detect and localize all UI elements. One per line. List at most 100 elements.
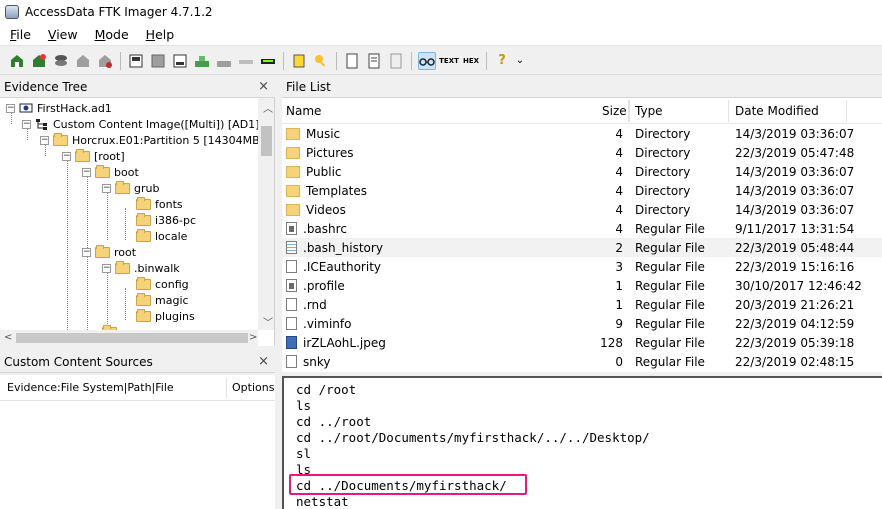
toolbar-separator [411,51,412,70]
export-logical-image-icon[interactable] [171,52,189,70]
toolbar-separator [120,51,121,70]
close-icon[interactable]: × [258,354,269,369]
collapse-toggle[interactable]: − [40,135,49,145]
remove-evidence-icon[interactable] [74,52,92,70]
table-row[interactable]: Pictures 4 Directory 22/3/2019 05:47:48 [282,143,882,162]
column-size[interactable]: Size [602,98,627,124]
collapse-toggle[interactable]: − [102,263,111,273]
create-image-icon[interactable] [127,52,145,70]
tree-item-firsthack[interactable]: − FirstHack.ad1 [6,100,112,116]
table-row[interactable]: Templates 4 Directory 14/3/2019 03:36:07 [282,181,882,200]
table-row[interactable]: Videos 4 Directory 14/3/2019 03:36:07 [282,200,882,219]
tree-connector [107,272,108,332]
tree-item-grub[interactable]: − grub [102,180,159,196]
menu-help[interactable]: Help [136,27,182,42]
tree-item-label: FirstHack.ad1 [37,101,112,115]
column-options[interactable]: Options [232,381,274,394]
collapse-toggle[interactable]: − [62,151,71,161]
toolbar-dropdown-icon[interactable]: ⌄ [515,52,525,70]
dir-listing-icon[interactable] [387,52,405,70]
tree-item-root[interactable]: − root [82,244,136,260]
table-row[interactable]: irZLAohL.jpeg 128 Regular File 22/3/2019 05… [282,333,882,352]
file-list-column-header: Name Size Type Date Modified [282,98,882,124]
image-mounting-icon[interactable] [52,52,70,70]
tree-item-partition[interactable]: − Horcrux.E01:Partition 5 [14304MB]:NO [40,132,274,148]
cell-date-modified: 14/3/2019 03:36:07 [735,183,855,198]
create-custom-content-image-icon[interactable] [215,52,233,70]
cell-type: Regular File [635,259,705,274]
decrypt-icon[interactable] [237,52,255,70]
tree-item-i386-pc[interactable]: i386-pc [136,212,196,228]
table-row[interactable]: snky 0 Regular File 22/3/2019 02:48:15 [282,352,882,371]
viewer-line: cd ../root/Documents/myfirsthack/../../D… [296,430,650,445]
column-date-modified[interactable]: Date Modified [735,98,819,124]
tree-item-plugins[interactable]: plugins [136,308,195,324]
menu-file[interactable]: File [0,27,38,42]
file-icon [286,222,297,235]
cell-size: 4 [615,126,623,141]
menu-view[interactable]: View [38,27,85,42]
collapse-toggle[interactable]: − [22,119,31,129]
scrollbar-thumb[interactable] [261,126,272,156]
export-disk-image-icon[interactable] [149,52,167,70]
collapse-toggle[interactable]: − [6,103,15,113]
file-name: irZLAohL.jpeg [303,335,386,350]
evidence-tree-vscrollbar[interactable]: ︿ ﹀ [258,98,274,330]
table-row[interactable]: .ICEauthority 3 Regular File 22/3/2019 15:1… [282,257,882,276]
add-to-custom-content-icon[interactable] [193,52,211,70]
tree-item-boot[interactable]: − boot [82,164,139,180]
table-row[interactable]: .bash_history 2 Regular File 22/3/2019 05:4… [282,238,882,257]
tree-item-fonts[interactable]: fonts [136,196,183,212]
tree-item-binwalk[interactable]: − .binwalk [102,260,180,276]
column-name[interactable]: Name [286,98,321,124]
remove-all-evidence-icon[interactable] [96,52,114,70]
menu-mode[interactable]: Mode [85,27,136,42]
tree-item-root-bracket[interactable]: − [root] [62,148,125,164]
table-row[interactable]: .rnd 1 Regular File 20/3/2019 21:26:21 [282,295,882,314]
obtain-protected-files-icon[interactable] [312,52,330,70]
table-row[interactable]: .profile 1 Regular File 30/10/2017 12:46:42 [282,276,882,295]
column-separator[interactable] [629,100,630,122]
table-row[interactable]: Public 4 Directory 14/3/2019 03:36:07 [282,162,882,181]
file-name: .viminfo [303,316,352,331]
tree-item-magic[interactable]: magic [136,292,189,308]
tree-item-custom-content-image[interactable]: − Custom Content Image([Multi]) [AD1] [22,116,259,132]
column-type[interactable]: Type [635,98,663,124]
new-document-icon[interactable] [343,52,361,70]
tree-item-locale[interactable]: locale [136,228,187,244]
table-row[interactable]: .bashrc 4 Regular File 9/11/2017 13:31:54 [282,219,882,238]
column-evidence[interactable]: Evidence:File System|Path|File [7,381,174,394]
scroll-up-icon[interactable]: ︿ [263,100,273,115]
cell-name: Public [286,162,342,181]
text-view-button[interactable]: TEXT [439,52,459,70]
scroll-left-icon[interactable]: < [4,332,12,343]
folder-icon [136,308,151,322]
collapse-toggle[interactable]: − [82,247,91,257]
file-content-viewer[interactable]: cd /root ls cd ../root cd ../root/Docume… [282,376,882,509]
table-row[interactable]: Music 4 Directory 14/3/2019 03:36:07 [282,124,882,143]
hex-view-button[interactable]: HEX [462,52,480,70]
viewer-line: sl [296,446,312,461]
panel-splitter[interactable] [275,75,282,509]
capture-memory-icon[interactable] [290,52,308,70]
close-icon[interactable]: × [258,79,269,94]
collapse-toggle[interactable]: − [102,183,111,193]
help-icon[interactable]: ? [493,52,511,70]
scroll-down-icon[interactable]: ﹀ [263,314,273,329]
auto-view-icon[interactable] [418,51,436,70]
scrollbar-thumb[interactable] [16,333,248,343]
add-evidence-icon[interactable] [8,52,26,70]
add-all-attached-icon[interactable] [30,52,48,70]
file-name: .profile [303,278,345,293]
evidence-tree-hscrollbar[interactable]: < > [0,330,258,346]
verify-drive-icon[interactable] [259,52,277,70]
collapse-toggle[interactable]: − [82,167,91,177]
table-row[interactable]: .viminfo 9 Regular File 22/3/2019 04:12:59 [282,314,882,333]
scroll-right-icon[interactable]: > [249,332,257,343]
column-separator[interactable] [728,100,729,122]
cell-date-modified: 14/3/2019 03:36:07 [735,202,855,217]
custom-content-list[interactable] [0,401,275,509]
column-separator[interactable] [846,100,847,122]
view-files-icon[interactable] [365,52,383,70]
tree-item-config[interactable]: config [136,276,189,292]
